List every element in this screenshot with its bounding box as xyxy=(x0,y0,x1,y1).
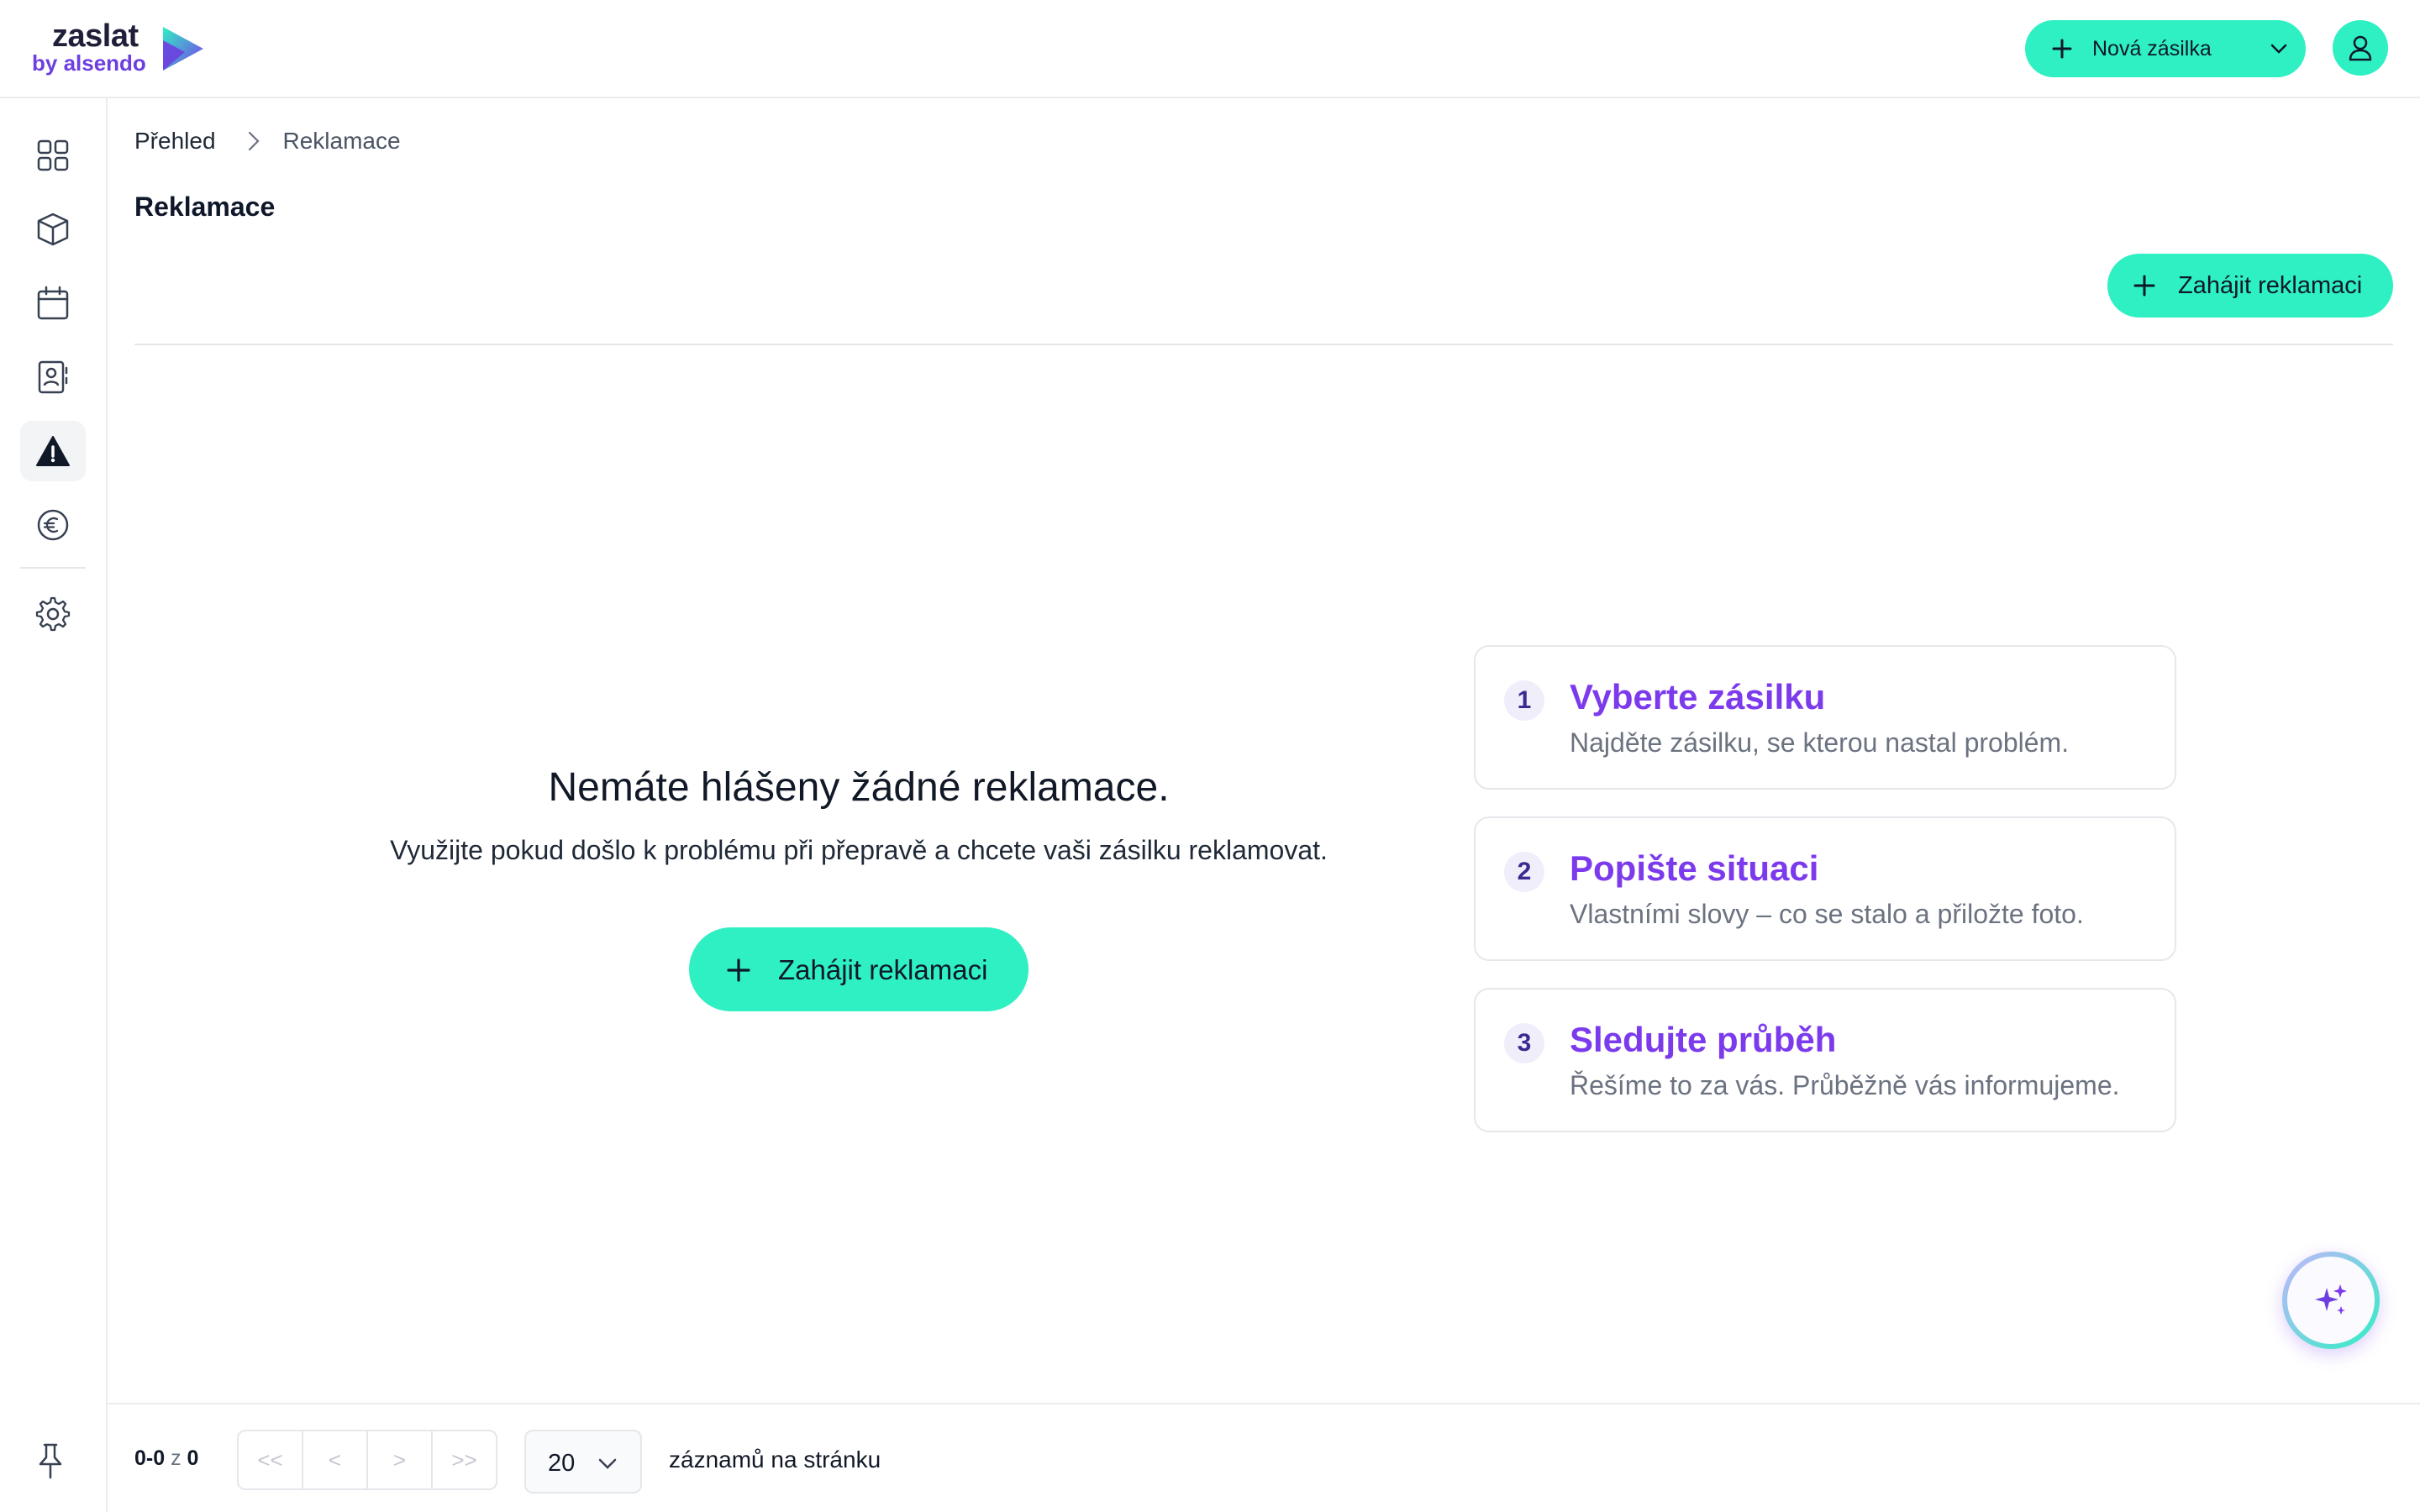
chevron-right-icon xyxy=(248,131,260,151)
breadcrumb-home[interactable]: Přehled xyxy=(134,128,216,155)
breadcrumb-current: Reklamace xyxy=(282,128,401,154)
empty-start-claim-label: Zahájit reklamaci xyxy=(778,954,988,985)
step-description: Najděte zásilku, se kterou nastal problé… xyxy=(1570,727,2070,758)
assistant-fab-inner xyxy=(2287,1257,2375,1344)
step-card: 3 Sledujte průběh Řešíme to za vás. Průb… xyxy=(1474,988,2176,1132)
euro-icon xyxy=(37,509,69,541)
prev-page-button[interactable]: < xyxy=(303,1431,368,1488)
sidebar-item-overview[interactable] xyxy=(20,125,86,186)
per-page-label: záznamů na stránku xyxy=(669,1446,881,1473)
pin-icon[interactable] xyxy=(34,1442,67,1479)
start-claim-label: Zahájit reklamaci xyxy=(2178,272,2363,299)
calendar-icon xyxy=(37,286,69,320)
chevron-down-icon[interactable] xyxy=(2269,40,2289,57)
step-description: Řešíme to za vás. Průběžně vás informuje… xyxy=(1570,1070,2120,1100)
next-page-button[interactable]: > xyxy=(368,1431,433,1488)
empty-start-claim-button[interactable]: Zahájit reklamaci xyxy=(689,927,1028,1011)
logo-name: zaslat xyxy=(52,18,139,54)
range-total: 0 xyxy=(187,1446,199,1470)
empty-state-subtitle: Využijte pokud došlo k problému při přep… xyxy=(390,835,1328,865)
new-shipment-button[interactable]: Nová zásilka xyxy=(2025,20,2306,77)
first-page-button[interactable]: << xyxy=(239,1431,303,1488)
step-number: 1 xyxy=(1504,680,1544,721)
step-card: 1 Vyberte zásilku Najděte zásilku, se kt… xyxy=(1474,645,2176,790)
plus-icon xyxy=(2133,275,2155,297)
pager: << < > >> xyxy=(237,1430,497,1490)
pagination-range: 0-0 z 0 xyxy=(134,1446,198,1471)
plus-icon xyxy=(2052,39,2072,59)
step-description: Vlastními slovy – co se stalo a přiložte… xyxy=(1570,899,2084,929)
pagination-footer: 0-0 z 0 << < > >> 20 záznamů na stránku xyxy=(108,1403,2420,1512)
step-number: 2 xyxy=(1504,852,1544,892)
step-card: 2 Popište situaci Vlastními slovy – co s… xyxy=(1474,816,2176,961)
header-divider xyxy=(134,344,2393,345)
logo-mark-icon xyxy=(163,27,203,71)
address-book-icon xyxy=(38,360,68,394)
step-number: 3 xyxy=(1504,1023,1544,1063)
sidebar-item-claims[interactable] xyxy=(20,421,86,481)
sidebar-item-pickups[interactable] xyxy=(20,273,86,333)
chevron-down-icon xyxy=(598,1458,617,1469)
sidebar xyxy=(0,98,108,1512)
plus-icon xyxy=(727,958,750,982)
settings-gear-icon xyxy=(35,596,71,632)
range-of-label: z xyxy=(171,1446,182,1470)
step-title: Sledujte průběh xyxy=(1570,1020,1837,1059)
page-size-select[interactable]: 20 xyxy=(524,1430,642,1494)
sidebar-item-shipments[interactable] xyxy=(20,199,86,260)
new-shipment-label: Nová zásilka xyxy=(2092,37,2212,60)
user-icon xyxy=(2349,35,2372,61)
sidebar-item-payments[interactable] xyxy=(20,495,86,555)
user-menu-button[interactable] xyxy=(2333,20,2388,76)
logo-tagline: by alsendo xyxy=(32,50,146,76)
empty-state-title: Nemáte hlášeny žádné reklamace. xyxy=(548,765,1170,810)
range-value: 0-0 xyxy=(134,1446,166,1470)
last-page-button[interactable]: >> xyxy=(433,1431,496,1488)
dashboard-grid-icon xyxy=(37,139,69,171)
step-title: Vyberte zásilku xyxy=(1570,677,1826,717)
sidebar-item-settings[interactable] xyxy=(20,584,86,644)
breadcrumb: Přehled Reklamace xyxy=(134,128,401,155)
top-bar: zaslat by alsendo Nová zásilka xyxy=(0,0,2420,98)
sparkles-icon xyxy=(2315,1284,2347,1315)
package-box-icon xyxy=(37,213,69,246)
sidebar-item-contacts[interactable] xyxy=(20,347,86,407)
sidebar-divider xyxy=(20,567,86,569)
assistant-fab-button[interactable] xyxy=(2282,1252,2380,1349)
start-claim-button[interactable]: Zahájit reklamaci xyxy=(2107,254,2393,318)
warning-triangle-icon xyxy=(36,436,70,466)
page-title: Reklamace xyxy=(134,192,276,222)
page-size-value: 20 xyxy=(548,1450,576,1477)
step-title: Popište situaci xyxy=(1570,848,1819,888)
